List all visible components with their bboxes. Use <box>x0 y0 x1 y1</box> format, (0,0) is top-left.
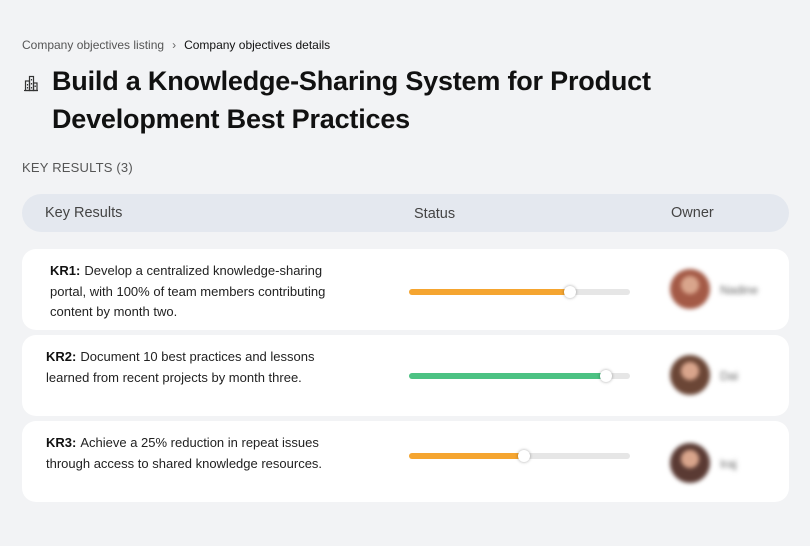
progress-fill <box>409 373 606 379</box>
key-result-row[interactable]: KR1: Develop a centralized knowledge-shar… <box>22 249 789 330</box>
avatar[interactable] <box>670 443 710 483</box>
progress-fill <box>409 453 524 459</box>
avatar[interactable] <box>670 355 710 395</box>
key-result-text: Achieve a 25% reduction in repeat issues… <box>46 435 323 471</box>
column-header-owner: Owner <box>671 205 714 221</box>
breadcrumb-parent-link[interactable]: Company objectives listing <box>22 38 164 52</box>
owner-name[interactable]: Iraj <box>720 457 737 471</box>
breadcrumb-current: Company objectives details <box>184 38 331 52</box>
key-result-id: KR3: <box>46 435 77 450</box>
table-header: Key Results Status Owner <box>22 194 789 232</box>
key-results-count-label: KEY RESULTS (3) <box>22 160 133 175</box>
breadcrumb: Company objectives listing › Company obj… <box>22 38 330 52</box>
avatar[interactable] <box>670 269 710 309</box>
key-result-text: Document 10 best practices and lessons l… <box>46 349 315 385</box>
owner-name[interactable]: Dai <box>720 369 738 383</box>
key-result-description: KR1: Develop a centralized knowledge-shar… <box>50 261 340 323</box>
progress-knob <box>517 450 530 462</box>
key-result-row[interactable]: KR2: Document 10 best practices and lesso… <box>22 335 789 416</box>
page-title: Build a Knowledge-Sharing System for Pro… <box>52 66 651 134</box>
column-header-status: Status <box>414 206 456 222</box>
progress-bar <box>409 370 630 382</box>
key-result-id: KR2: <box>46 349 77 364</box>
key-result-description: KR2: Document 10 best practices and lesso… <box>46 347 346 388</box>
owner-name[interactable]: Nadine <box>720 283 758 297</box>
key-result-text: Develop a centralized knowledge-sharing … <box>50 263 326 319</box>
key-result-id: KR1: <box>50 263 81 278</box>
key-result-row[interactable]: KR3: Achieve a 25% reduction in repeat is… <box>22 421 789 502</box>
progress-knob <box>599 370 612 382</box>
progress-knob <box>564 286 577 298</box>
column-header-key-results: Key Results <box>45 205 123 221</box>
building-icon <box>24 75 38 92</box>
progress-bar <box>409 450 630 462</box>
progress-bar <box>409 286 630 298</box>
breadcrumb-separator-icon: › <box>172 38 177 52</box>
objective-header: Build a Knowledge-Sharing System for Pro… <box>22 62 702 138</box>
key-result-description: KR3: Achieve a 25% reduction in repeat is… <box>46 433 346 474</box>
progress-fill <box>409 289 571 295</box>
